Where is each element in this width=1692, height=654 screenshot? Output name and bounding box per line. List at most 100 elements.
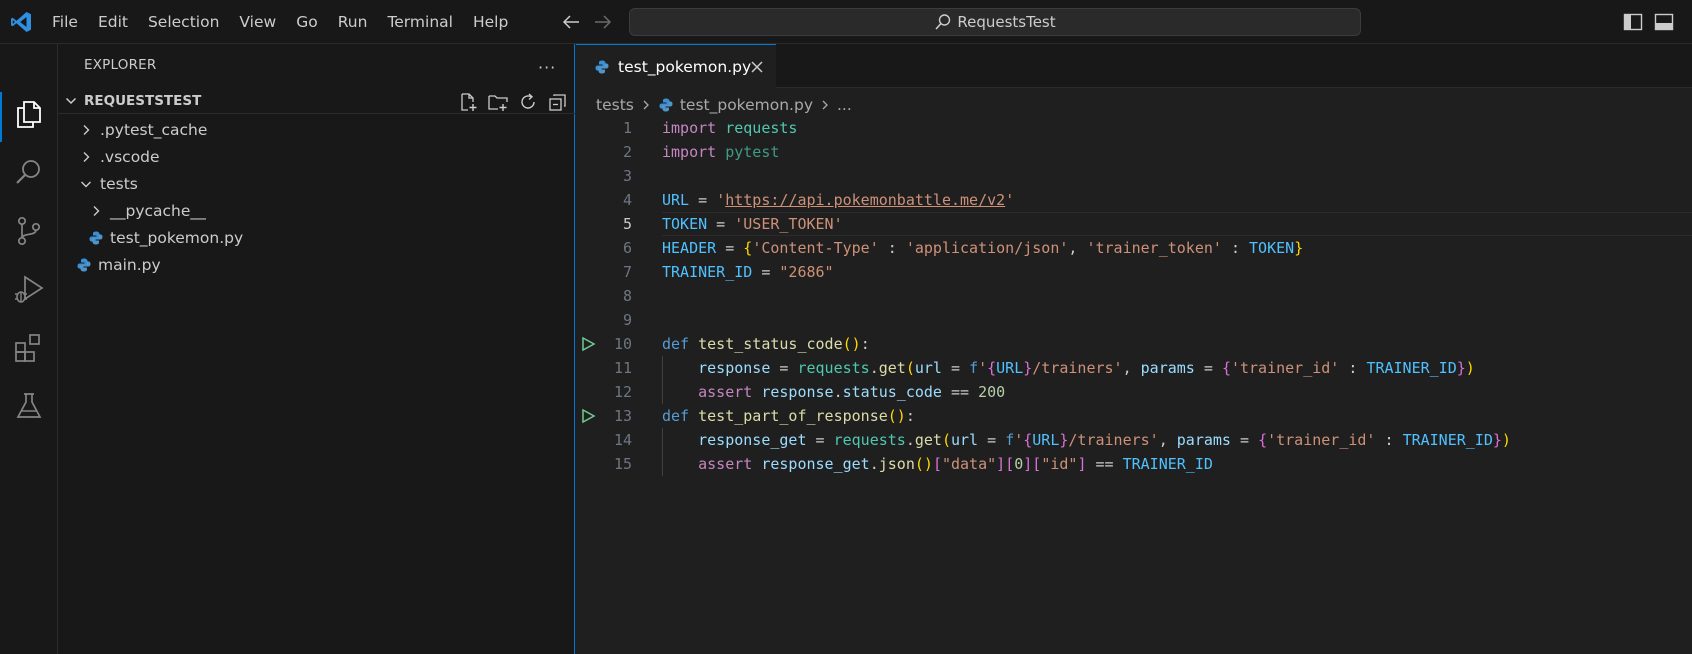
code-token: :: [1221, 239, 1250, 257]
code-line[interactable]: 8: [576, 284, 1692, 308]
code-text: TOKEN = 'USER_TOKEN': [662, 212, 843, 236]
back-arrow-icon[interactable]: [559, 10, 583, 34]
code-line[interactable]: 3: [576, 164, 1692, 188]
breadcrumb-symbol[interactable]: ...: [837, 96, 852, 114]
code-token: ': [1005, 191, 1015, 209]
tree-item-label: __pycache__: [110, 201, 206, 220]
code-line[interactable]: 5 TOKEN = 'USER_TOKEN': [576, 212, 1692, 236]
menu-help[interactable]: Help: [463, 13, 518, 31]
code-token: ': [716, 191, 726, 209]
tree-item-test-pokemon[interactable]: test_pokemon.py: [58, 224, 575, 251]
toggle-primary-sidebar-icon[interactable]: [1622, 11, 1644, 33]
code-token: 'Content-Type': [752, 239, 879, 257]
indent-guide: [662, 356, 663, 404]
refresh-icon[interactable]: [517, 91, 539, 113]
tree-item-label: test_pokemon.py: [110, 228, 244, 247]
code-token: [: [932, 455, 942, 473]
code-line[interactable]: 11 response = requests.get(url = f'{URL}…: [576, 356, 1692, 380]
code-token: ]: [996, 455, 1006, 473]
command-center-search[interactable]: RequestsTest: [629, 8, 1361, 36]
breadcrumb-file[interactable]: test_pokemon.py: [680, 96, 813, 114]
code-token: ': [978, 359, 988, 377]
code-token: "data": [941, 455, 997, 473]
code-token: [: [1005, 455, 1015, 473]
code-token: =: [806, 431, 834, 449]
code-line[interactable]: 13 def test_part_of_response():: [576, 404, 1692, 428]
toggle-panel-icon[interactable]: [1653, 11, 1675, 33]
code-token: response: [761, 383, 834, 401]
code-line[interactable]: 10 def test_status_code():: [576, 332, 1692, 356]
new-folder-icon[interactable]: [487, 91, 509, 113]
code-token: ==: [941, 383, 979, 401]
code-line[interactable]: 12 assert response.status_code == 200: [576, 380, 1692, 404]
menu-go[interactable]: Go: [286, 13, 328, 31]
code-token: pytest: [725, 143, 780, 161]
code-line[interactable]: 9: [576, 308, 1692, 332]
code-line[interactable]: 2 import pytest: [576, 140, 1692, 164]
tab-test-pokemon[interactable]: test_pokemon.py: [576, 44, 776, 88]
line-number: 9: [622, 311, 632, 329]
tree-item-pytest-cache[interactable]: .pytest_cache: [58, 116, 575, 143]
code-token: TRAINER_ID: [1402, 431, 1493, 449]
search-label: RequestsTest: [957, 13, 1056, 31]
chevron-right-icon: [83, 151, 90, 162]
code-token: }: [1294, 239, 1304, 257]
code-token: ): [1501, 431, 1511, 449]
code-token: import: [662, 143, 717, 161]
tree-item-pycache[interactable]: __pycache__: [58, 197, 575, 224]
code-token: TRAINER_ID: [662, 263, 753, 281]
code-token: :: [878, 239, 906, 257]
code-token: TRAINER_ID: [1122, 455, 1213, 473]
extensions-icon[interactable]: [12, 331, 46, 365]
code-line[interactable]: 14 response_get = requests.get(url = f'{…: [576, 428, 1692, 452]
breadcrumb-folder[interactable]: tests: [596, 96, 634, 114]
sidebar-title: EXPLORER: [84, 57, 157, 73]
code-token: =: [941, 359, 970, 377]
code-token: (: [941, 431, 951, 449]
new-file-icon[interactable]: [457, 91, 479, 113]
forward-arrow-icon[interactable]: [591, 10, 615, 34]
menu-edit[interactable]: Edit: [88, 13, 138, 31]
chevron-right-icon: [822, 100, 828, 110]
close-icon[interactable]: [749, 59, 765, 75]
code-token: {: [987, 359, 997, 377]
search-icon[interactable]: [12, 156, 46, 190]
code-line[interactable]: 1 import requests: [576, 116, 1692, 140]
menu-view[interactable]: View: [229, 13, 286, 31]
line-number: 11: [613, 359, 632, 377]
run-debug-icon[interactable]: [12, 272, 46, 306]
menu-run[interactable]: Run: [328, 13, 378, 31]
tree-item-tests[interactable]: tests: [58, 170, 575, 197]
code-line[interactable]: 15 assert response_get.json()["data"][0]…: [576, 452, 1692, 476]
more-actions-icon[interactable]: ···: [538, 58, 556, 77]
menu-terminal[interactable]: Terminal: [377, 13, 463, 31]
code-token: :: [860, 335, 870, 353]
code-token: ,: [1158, 431, 1177, 449]
code-token: requests: [797, 359, 870, 377]
code-token: .: [905, 431, 915, 449]
code-line[interactable]: 4 URL = 'https://api.pokemonbattle.me/v2': [576, 188, 1692, 212]
code-token: params: [1176, 431, 1231, 449]
collapse-all-icon[interactable]: [547, 91, 569, 113]
workspace-section-header[interactable]: REQUESTSTEST: [58, 88, 575, 114]
line-number: 13: [613, 407, 632, 425]
tree-item-main[interactable]: main.py: [58, 251, 575, 278]
code-token: "2686": [779, 263, 834, 281]
explorer-icon[interactable]: [12, 97, 46, 131]
menu-selection[interactable]: Selection: [138, 13, 229, 31]
code-token: url: [951, 431, 979, 449]
testing-icon[interactable]: [12, 389, 46, 423]
code-line[interactable]: 7 TRAINER_ID = "2686": [576, 260, 1692, 284]
code-token: get: [914, 431, 942, 449]
code-token: /trainers': [1068, 431, 1159, 449]
menu-file[interactable]: File: [42, 13, 88, 31]
code-token: :: [1339, 359, 1367, 377]
code-line[interactable]: 6 HEADER = {'Content-Type' : 'application…: [576, 236, 1692, 260]
code-token: status_code: [842, 383, 942, 401]
line-number: 6: [622, 239, 632, 257]
source-control-icon[interactable]: [12, 214, 46, 248]
tree-item-vscode[interactable]: .vscode: [58, 143, 575, 170]
code-token: 'USER_TOKEN': [734, 215, 843, 233]
